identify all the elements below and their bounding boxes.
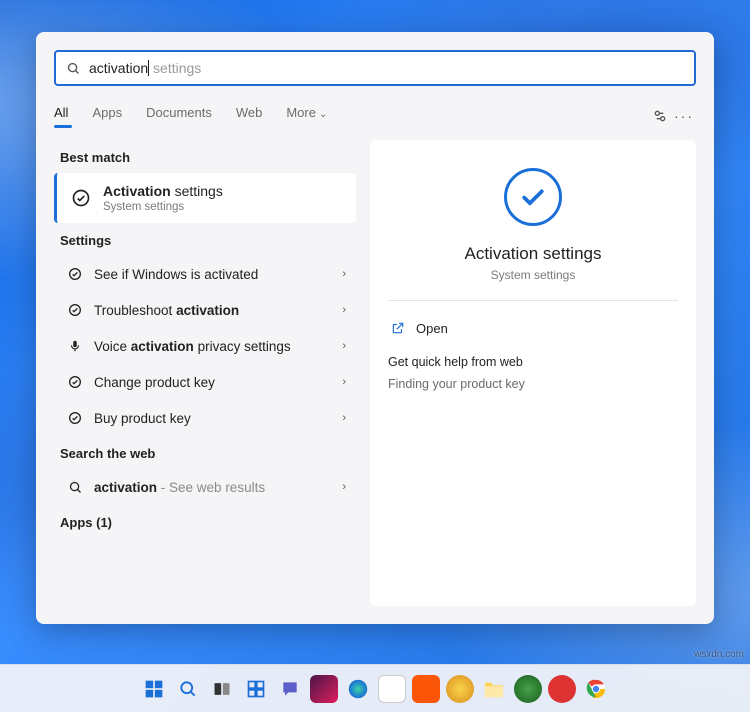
settings-row[interactable]: Buy product key› (54, 400, 356, 436)
open-action[interactable]: Open (388, 311, 678, 345)
settings-row-label: Change product key (94, 375, 342, 390)
help-link-product-key[interactable]: Finding your product key (388, 377, 678, 391)
app-icon-3[interactable] (412, 675, 440, 703)
settings-row-label: Buy product key (94, 411, 342, 426)
tab-all[interactable]: All (54, 105, 68, 128)
widgets-icon[interactable] (242, 675, 270, 703)
taskbar-search-icon[interactable] (174, 675, 202, 703)
task-view-icon[interactable] (208, 675, 236, 703)
checkmark-circle-large-icon (504, 168, 562, 226)
filter-tabs: All Apps Documents Web More⌄ ··· (54, 100, 696, 132)
chrome-icon[interactable] (582, 675, 610, 703)
edge-icon[interactable] (344, 675, 372, 703)
preview-pane: Activation settings System settings Open… (370, 140, 696, 606)
checkmark-circle-icon (64, 302, 86, 318)
chevron-right-icon: › (342, 412, 346, 424)
more-options-icon[interactable]: ··· (672, 108, 696, 124)
results-list: Best match Activation settings System se… (54, 140, 356, 606)
settings-row-label: Voice activation privacy settings (94, 339, 342, 354)
start-button[interactable] (140, 675, 168, 703)
checkmark-circle-icon (64, 374, 86, 390)
search-input[interactable]: activation settings (54, 50, 696, 86)
best-match-subtitle: System settings (103, 201, 223, 213)
checkmark-circle-icon (64, 410, 86, 426)
chevron-right-icon: › (342, 268, 346, 280)
section-best-match: Best match (60, 150, 350, 165)
app-icon-1[interactable] (310, 675, 338, 703)
chat-icon[interactable] (276, 675, 304, 703)
search-icon (64, 480, 86, 495)
settings-row[interactable]: Troubleshoot activation› (54, 292, 356, 328)
search-panel: activation settings All Apps Documents W… (36, 32, 714, 624)
taskbar (0, 664, 750, 712)
app-icon-5[interactable] (514, 675, 542, 703)
chevron-right-icon: › (342, 340, 346, 352)
microphone-icon (64, 339, 86, 353)
preview-title: Activation settings (464, 244, 601, 264)
app-icon-4[interactable] (446, 675, 474, 703)
best-match-item[interactable]: Activation settings System settings (54, 173, 356, 223)
tab-apps[interactable]: Apps (92, 105, 122, 128)
tab-more[interactable]: More⌄ (286, 105, 327, 128)
chevron-right-icon: › (342, 481, 346, 493)
section-search-web: Search the web (60, 446, 350, 461)
chevron-right-icon: › (342, 304, 346, 316)
watermark: wsxdn.com (694, 649, 744, 660)
settings-row-label: See if Windows is activated (94, 267, 342, 282)
settings-row[interactable]: See if Windows is activated› (54, 256, 356, 292)
app-icon-2[interactable] (378, 675, 406, 703)
external-link-icon (388, 321, 408, 335)
search-typed-text: activation settings (89, 60, 201, 76)
quick-help-header: Get quick help from web (388, 355, 678, 369)
checkmark-circle-icon (64, 266, 86, 282)
file-explorer-icon[interactable] (480, 675, 508, 703)
tab-web[interactable]: Web (236, 105, 263, 128)
search-options-icon[interactable] (648, 108, 672, 124)
settings-row-label: Troubleshoot activation (94, 303, 342, 318)
section-apps[interactable]: Apps (1) (60, 515, 350, 530)
web-result-label: activation - See web results (94, 480, 342, 495)
app-icon-6[interactable] (548, 675, 576, 703)
settings-row[interactable]: Voice activation privacy settings› (54, 328, 356, 364)
section-settings: Settings (60, 233, 350, 248)
web-result-row[interactable]: activation - See web results › (54, 469, 356, 505)
checkmark-circle-icon (69, 186, 93, 210)
search-icon (66, 61, 81, 76)
tab-documents[interactable]: Documents (146, 105, 212, 128)
preview-subtitle: System settings (491, 268, 576, 282)
best-match-title: Activation settings (103, 183, 223, 199)
settings-row[interactable]: Change product key› (54, 364, 356, 400)
chevron-right-icon: › (342, 376, 346, 388)
